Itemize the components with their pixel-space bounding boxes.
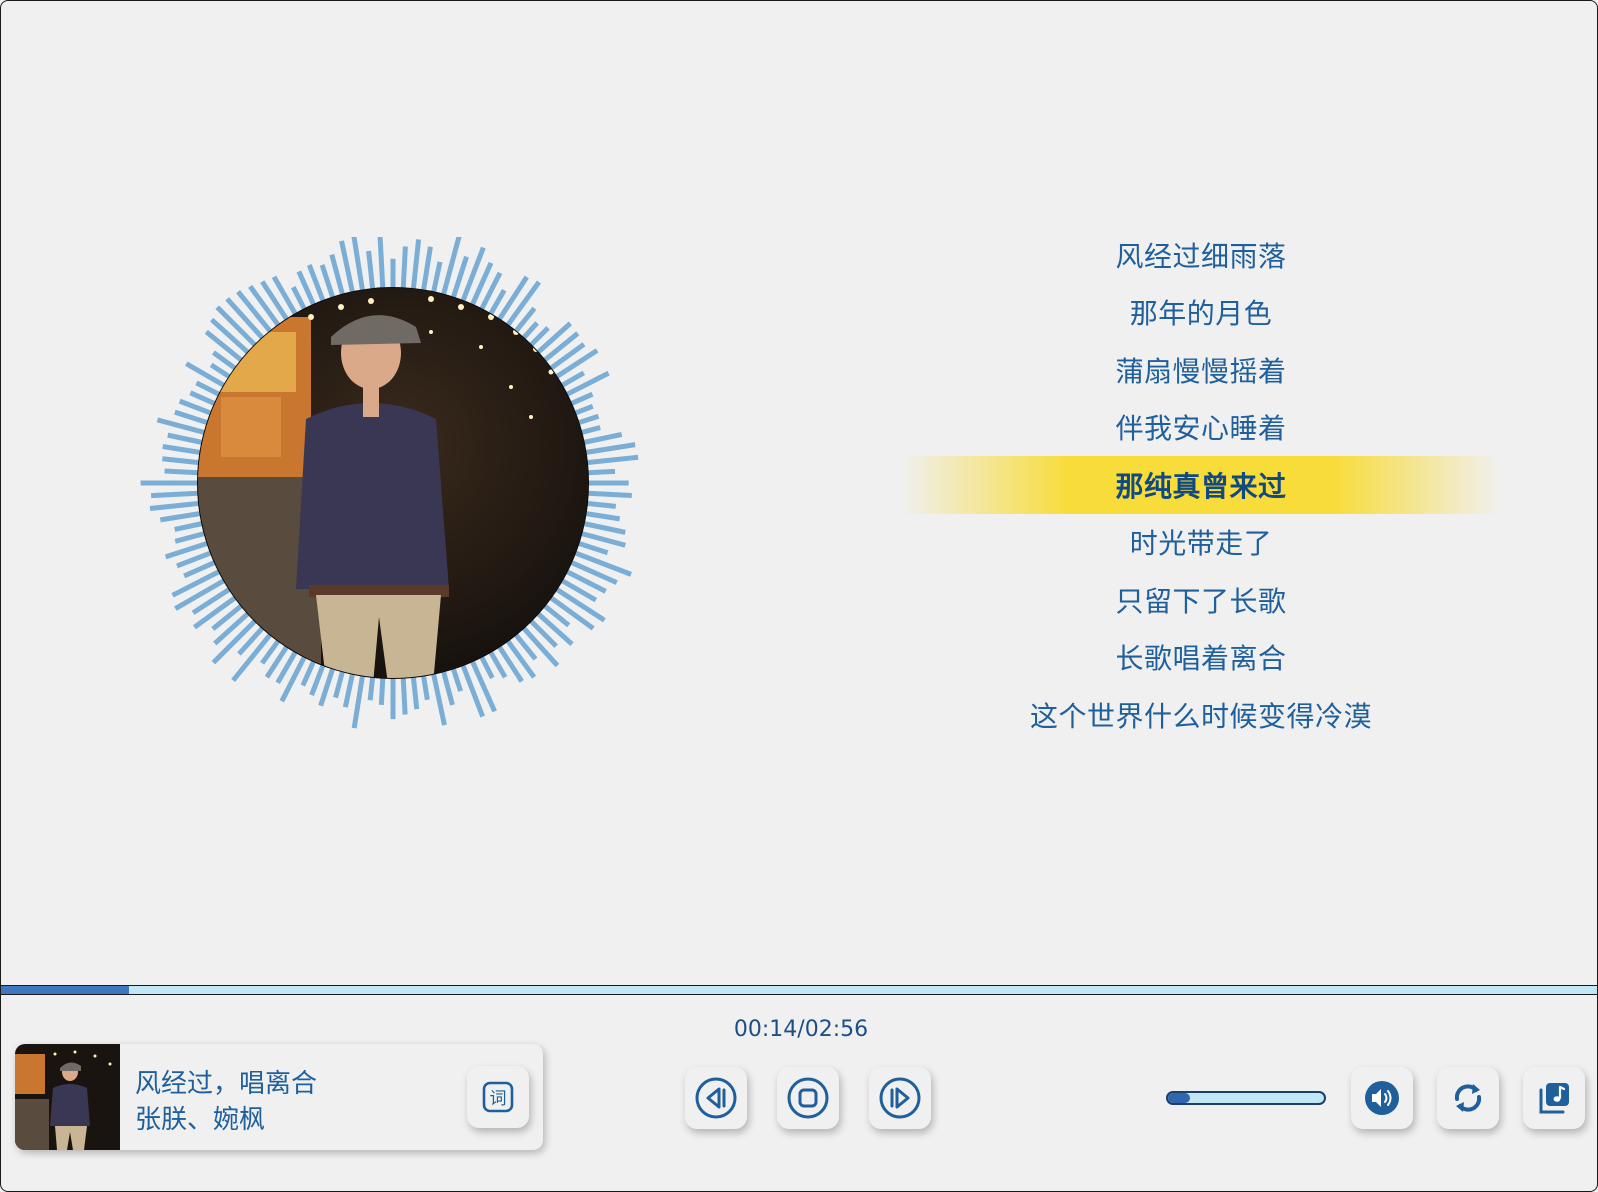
visualizer-bar <box>162 456 205 466</box>
visualizer-bar <box>420 246 433 296</box>
visualizer-bar <box>271 275 301 320</box>
playlist-icon <box>1539 1083 1569 1114</box>
visualizer-bar <box>582 490 632 499</box>
visualizer-bar <box>159 510 206 523</box>
visualizer-bar <box>149 500 205 512</box>
stop-button[interactable] <box>777 1067 839 1129</box>
seek-bar[interactable] <box>1 985 1597 995</box>
visualizer-bar <box>578 431 623 446</box>
visualizer-bar <box>150 490 204 499</box>
visualizer-bar <box>184 361 230 391</box>
lyrics-panel: 风经过细雨落 那年的月色 蒲扇慢慢摇着 伴我安心睡着 那纯真曾来过 时光带走了 … <box>901 226 1501 744</box>
visualizer-bar <box>578 520 626 535</box>
visualizer-bar <box>211 600 247 631</box>
visualizer-bar <box>351 237 366 296</box>
visualizer-bar <box>191 584 236 615</box>
now-playing-card[interactable]: 风经过，唱离合 张朕、婉枫 词 <box>15 1044 543 1150</box>
visualizer-bar <box>400 672 408 715</box>
visualizer-bar <box>167 432 208 446</box>
speaker-icon <box>1365 1081 1399 1115</box>
playback-time: 00:14/02:56 <box>733 1017 869 1042</box>
seek-bar-fill <box>1 986 129 994</box>
volume-slider[interactable] <box>1166 1091 1326 1105</box>
lyric-line[interactable]: 这个世界什么时候变得冷漠 <box>901 686 1501 744</box>
lyric-line[interactable]: 那年的月色 <box>901 284 1501 342</box>
visualizer-bar <box>569 548 632 577</box>
stop-icon <box>787 1077 829 1119</box>
visualizer-bar <box>581 454 639 466</box>
visualizer-bar <box>410 239 422 295</box>
visualizer-bar <box>162 444 206 456</box>
visualizer-bar <box>237 622 268 656</box>
visualizer-bar <box>400 246 408 294</box>
visualizer-bar <box>525 615 558 648</box>
audio-visualizer <box>140 237 639 729</box>
visualizer-bar <box>260 280 292 326</box>
visualizer-bar <box>467 655 497 713</box>
visualizer-bar <box>279 651 309 703</box>
playlist-button[interactable] <box>1523 1067 1585 1129</box>
loop-button[interactable] <box>1437 1067 1499 1129</box>
lyric-line[interactable]: 风经过细雨落 <box>901 226 1501 284</box>
lyric-line-current[interactable]: 那纯真曾来过 <box>901 456 1501 514</box>
visualizer-bar <box>561 370 610 399</box>
track-artist: 张朕、婉枫 <box>135 1105 266 1135</box>
volume-button[interactable] <box>1351 1067 1413 1129</box>
visualizer-bar <box>458 659 485 718</box>
previous-button[interactable] <box>685 1067 747 1129</box>
visualizer-bar <box>580 442 636 456</box>
next-icon <box>879 1077 921 1119</box>
visualizer-bar <box>494 640 524 683</box>
lyric-line[interactable]: 伴我安心睡着 <box>901 399 1501 457</box>
lyrics-button[interactable]: 词 <box>467 1066 529 1128</box>
visualizer-bar <box>377 237 386 294</box>
visualizer-bar <box>351 670 366 729</box>
previous-icon <box>695 1077 737 1119</box>
lyric-line[interactable]: 时光带走了 <box>901 514 1501 572</box>
lyric-line[interactable]: 只留下了长歌 <box>901 571 1501 629</box>
next-button[interactable] <box>869 1067 931 1129</box>
volume-slider-fill <box>1168 1093 1190 1103</box>
visualizer-bar <box>545 342 586 374</box>
album-thumbnail <box>15 1044 120 1150</box>
lyrics-button-label: 词 <box>490 1089 507 1109</box>
visualizer-bar <box>366 250 376 295</box>
repeat-icon <box>1454 1084 1482 1112</box>
lyric-line[interactable]: 长歌唱着离合 <box>901 629 1501 687</box>
lyrics-icon: 词 <box>482 1081 514 1113</box>
lyric-line[interactable]: 蒲扇慢慢摇着 <box>901 341 1501 399</box>
track-title: 风经过，唱离合 <box>135 1069 318 1099</box>
player-window: 风经过细雨落 那年的月色 蒲扇慢慢摇着 伴我安心睡着 那纯真曾来过 时光带走了 … <box>0 0 1598 1192</box>
